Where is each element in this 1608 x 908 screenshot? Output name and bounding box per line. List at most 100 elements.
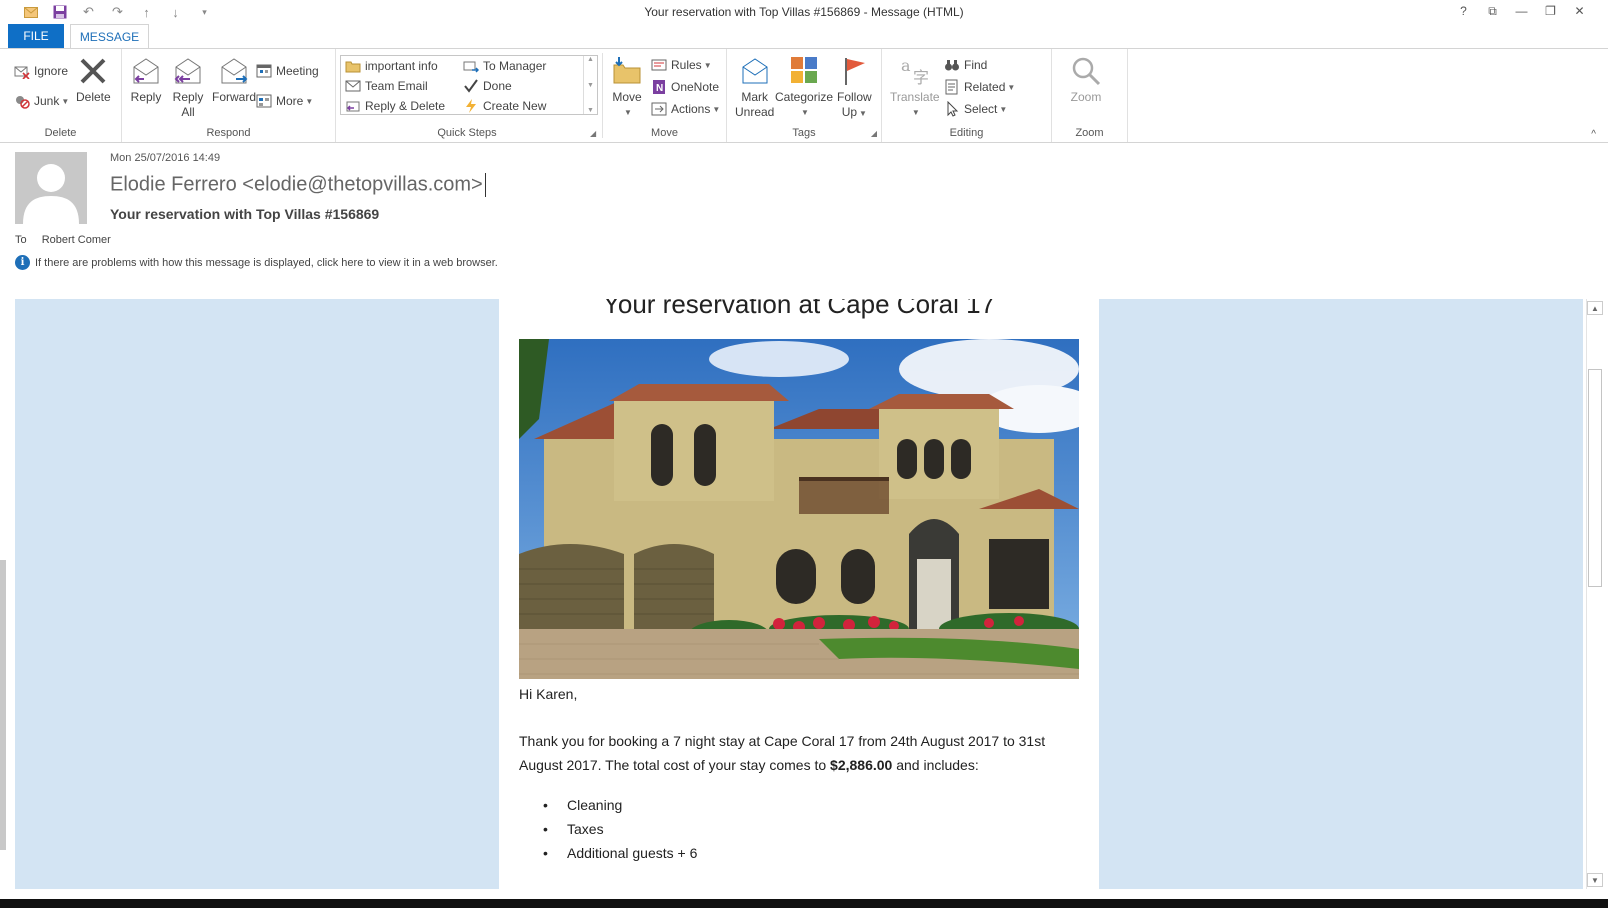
translate-button[interactable]: a字 Translate ▼ xyxy=(890,55,940,120)
sender[interactable]: Elodie Ferrero <elodie@thetopvillas.com> xyxy=(110,173,486,197)
junk-button[interactable]: Junk ▼ xyxy=(14,93,69,109)
zoom-button[interactable]: Zoom xyxy=(1070,55,1102,105)
chevron-down-icon: ▼ xyxy=(1007,82,1016,92)
move-button[interactable]: Move ▼ xyxy=(611,55,643,120)
ribbon: Ignore Junk ▼ Delete Delete Reply Reply … xyxy=(0,48,1608,143)
taskbar-edge xyxy=(0,899,1608,908)
ribbon-display-button[interactable]: ⧉ xyxy=(1478,2,1507,20)
chevron-down-icon: ▼ xyxy=(703,60,712,70)
group-label-tags: Tags xyxy=(792,127,816,139)
more-icon xyxy=(256,93,272,109)
chevron-down-icon: ▼ xyxy=(712,104,721,114)
onenote-icon: N xyxy=(651,79,667,95)
actions-button[interactable]: Actions ▼ xyxy=(651,101,720,117)
mark-unread-button[interactable]: Mark Unread xyxy=(735,55,774,120)
dialog-launcher-icon[interactable]: ◢ xyxy=(871,129,877,138)
more-button[interactable]: More ▼ xyxy=(256,93,313,109)
rules-icon xyxy=(651,57,667,73)
translate-icon: a字 xyxy=(899,55,931,87)
calendar-icon xyxy=(256,63,272,79)
group-label-editing: Editing xyxy=(949,127,984,139)
group-label-zoom: Zoom xyxy=(1075,127,1104,139)
recipient[interactable]: Robert Comer xyxy=(42,234,111,246)
chevron-down-icon: ▼ xyxy=(911,108,920,117)
reply-all-button[interactable]: Reply All xyxy=(172,55,204,120)
to-label: To xyxy=(15,234,27,246)
reply-all-icon xyxy=(172,55,204,87)
group-label-delete: Delete xyxy=(44,127,77,139)
categorize-button[interactable]: Categorize ▼ xyxy=(775,55,833,120)
find-button[interactable]: Find xyxy=(944,57,987,73)
chevron-down-icon: ▼ xyxy=(624,108,632,117)
list-item: Cleaning xyxy=(543,793,697,817)
sender-text: Elodie Ferrero <elodie@thetopvillas.com> xyxy=(110,173,483,196)
restore-button[interactable]: ❐ xyxy=(1536,2,1565,20)
cursor-icon xyxy=(944,100,960,117)
junk-icon xyxy=(14,93,30,109)
collapse-ribbon-icon[interactable]: ^ xyxy=(1591,129,1596,140)
recipients-line: To Robert Comer xyxy=(15,234,111,246)
body-side-panel-left xyxy=(15,299,499,889)
related-icon xyxy=(944,79,960,95)
actions-icon xyxy=(651,101,667,117)
flag-icon xyxy=(838,55,870,87)
dialog-launcher-icon[interactable]: ◢ xyxy=(590,129,596,138)
message-content: Your reservation at Cape Coral 17 Hi Kar… xyxy=(499,299,1099,889)
follow-up-button[interactable]: Follow Up ▼ xyxy=(837,55,872,121)
rules-button[interactable]: Rules ▼ xyxy=(651,57,712,73)
related-button[interactable]: Related ▼ xyxy=(944,79,1015,95)
forward-icon xyxy=(218,55,250,87)
scroll-thumb[interactable] xyxy=(1588,369,1602,587)
window-controls: ? ⧉ — ❐ ✕ xyxy=(1449,2,1594,20)
close-button[interactable]: ✕ xyxy=(1565,2,1594,20)
sent-date: Mon 25/07/2016 14:49 xyxy=(110,152,221,164)
subject: Your reservation with Top Villas #156869 xyxy=(110,206,380,222)
onenote-button[interactable]: N OneNote xyxy=(651,79,719,95)
total-cost: $2,886.00 xyxy=(830,757,893,773)
delete-button[interactable]: Delete xyxy=(76,55,111,105)
ignore-button[interactable]: Ignore xyxy=(14,63,68,80)
help-button[interactable]: ? xyxy=(1449,2,1478,20)
quick-steps-label-area: Quick Steps xyxy=(336,49,598,142)
group-zoom: Zoom Zoom xyxy=(1052,49,1128,142)
avatar xyxy=(15,152,87,224)
group-move: Move ▼ Rules ▼ N OneNote Actions ▼ Move xyxy=(603,49,727,142)
svg-text:a: a xyxy=(901,56,911,75)
categorize-icon xyxy=(788,55,820,87)
chevron-down-icon: ▼ xyxy=(801,108,809,117)
group-label-respond: Respond xyxy=(206,127,251,139)
reply-button[interactable]: Reply xyxy=(130,55,162,105)
chevron-down-icon: ▼ xyxy=(859,109,867,118)
minimize-button[interactable]: — xyxy=(1507,2,1536,20)
tab-file[interactable]: FILE xyxy=(8,24,64,48)
scroll-down-arrow-icon[interactable]: ▼ xyxy=(1587,873,1603,887)
svg-text:N: N xyxy=(656,83,663,94)
info-icon: i xyxy=(15,255,30,270)
scroll-up-arrow-icon[interactable]: ▲ xyxy=(1587,301,1603,315)
group-editing: a字 Translate ▼ Find Related ▼ Select ▼ Edi… xyxy=(882,49,1052,142)
vertical-scrollbar[interactable]: ▲ ▼ xyxy=(1586,299,1603,889)
chevron-down-icon: ▼ xyxy=(61,96,70,106)
mark-unread-icon xyxy=(739,55,771,87)
svg-text:字: 字 xyxy=(913,68,929,87)
list-item: Additional guests + 6 xyxy=(543,841,697,865)
meeting-button[interactable]: Meeting xyxy=(256,63,319,79)
group-delete: Ignore Junk ▼ Delete Delete xyxy=(0,49,122,142)
message-body: Your reservation at Cape Coral 17 Hi Kar… xyxy=(15,299,1583,889)
info-text: If there are problems with how this mess… xyxy=(35,256,498,269)
message-title: Your reservation at Cape Coral 17 xyxy=(602,299,996,319)
body-side-panel-right xyxy=(1099,299,1583,889)
forward-button[interactable]: Forward xyxy=(212,55,256,105)
list-item: Taxes xyxy=(543,817,697,841)
chevron-down-icon: ▼ xyxy=(305,96,314,106)
select-button[interactable]: Select ▼ xyxy=(944,100,1008,117)
tab-message[interactable]: MESSAGE xyxy=(70,24,149,49)
delete-icon xyxy=(77,55,109,87)
group-label-move: Move xyxy=(651,127,678,139)
greeting: Hi Karen, xyxy=(519,686,578,702)
villa-photo xyxy=(519,339,1079,679)
text-cursor xyxy=(484,173,486,197)
chevron-down-icon: ▼ xyxy=(999,104,1008,114)
move-folder-icon xyxy=(611,55,643,87)
info-bar[interactable]: i If there are problems with how this me… xyxy=(15,255,498,270)
